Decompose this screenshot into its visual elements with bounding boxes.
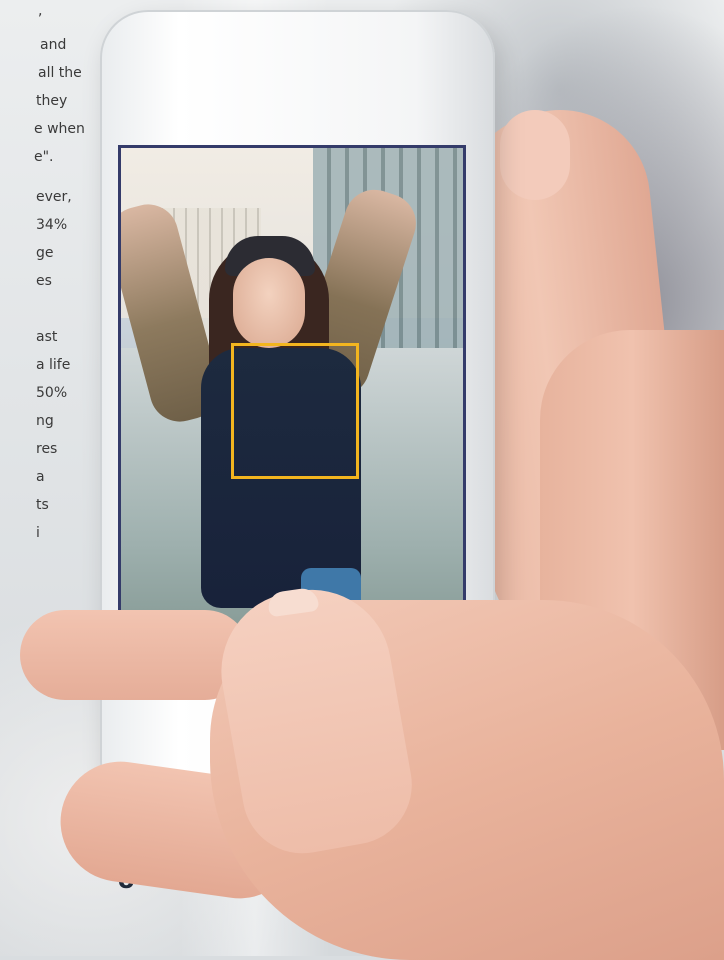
article-line: es: [36, 273, 52, 289]
article-line: ,: [38, 3, 43, 19]
article-line: ts: [36, 497, 49, 513]
finger-left: [20, 610, 250, 700]
article-line: 34%: [36, 217, 68, 233]
article-line: ge: [36, 245, 54, 261]
article-line: res: [36, 441, 58, 457]
article-line: they: [36, 93, 68, 109]
focus-square[interactable]: [231, 343, 359, 479]
article-line: ast: [36, 329, 58, 345]
article-line: e".: [34, 149, 54, 165]
article-line: and: [40, 37, 67, 53]
article-line: a: [36, 469, 45, 485]
finger-tip: [500, 110, 570, 200]
person-face: [233, 258, 305, 348]
article-line: i: [36, 525, 40, 541]
article-line: 50%: [36, 385, 68, 401]
article-line: all the: [38, 65, 82, 81]
article-line: a life: [36, 357, 71, 373]
article-line: ng: [36, 413, 54, 429]
article-line: ever,: [36, 189, 72, 205]
article-line: e when: [34, 121, 85, 137]
